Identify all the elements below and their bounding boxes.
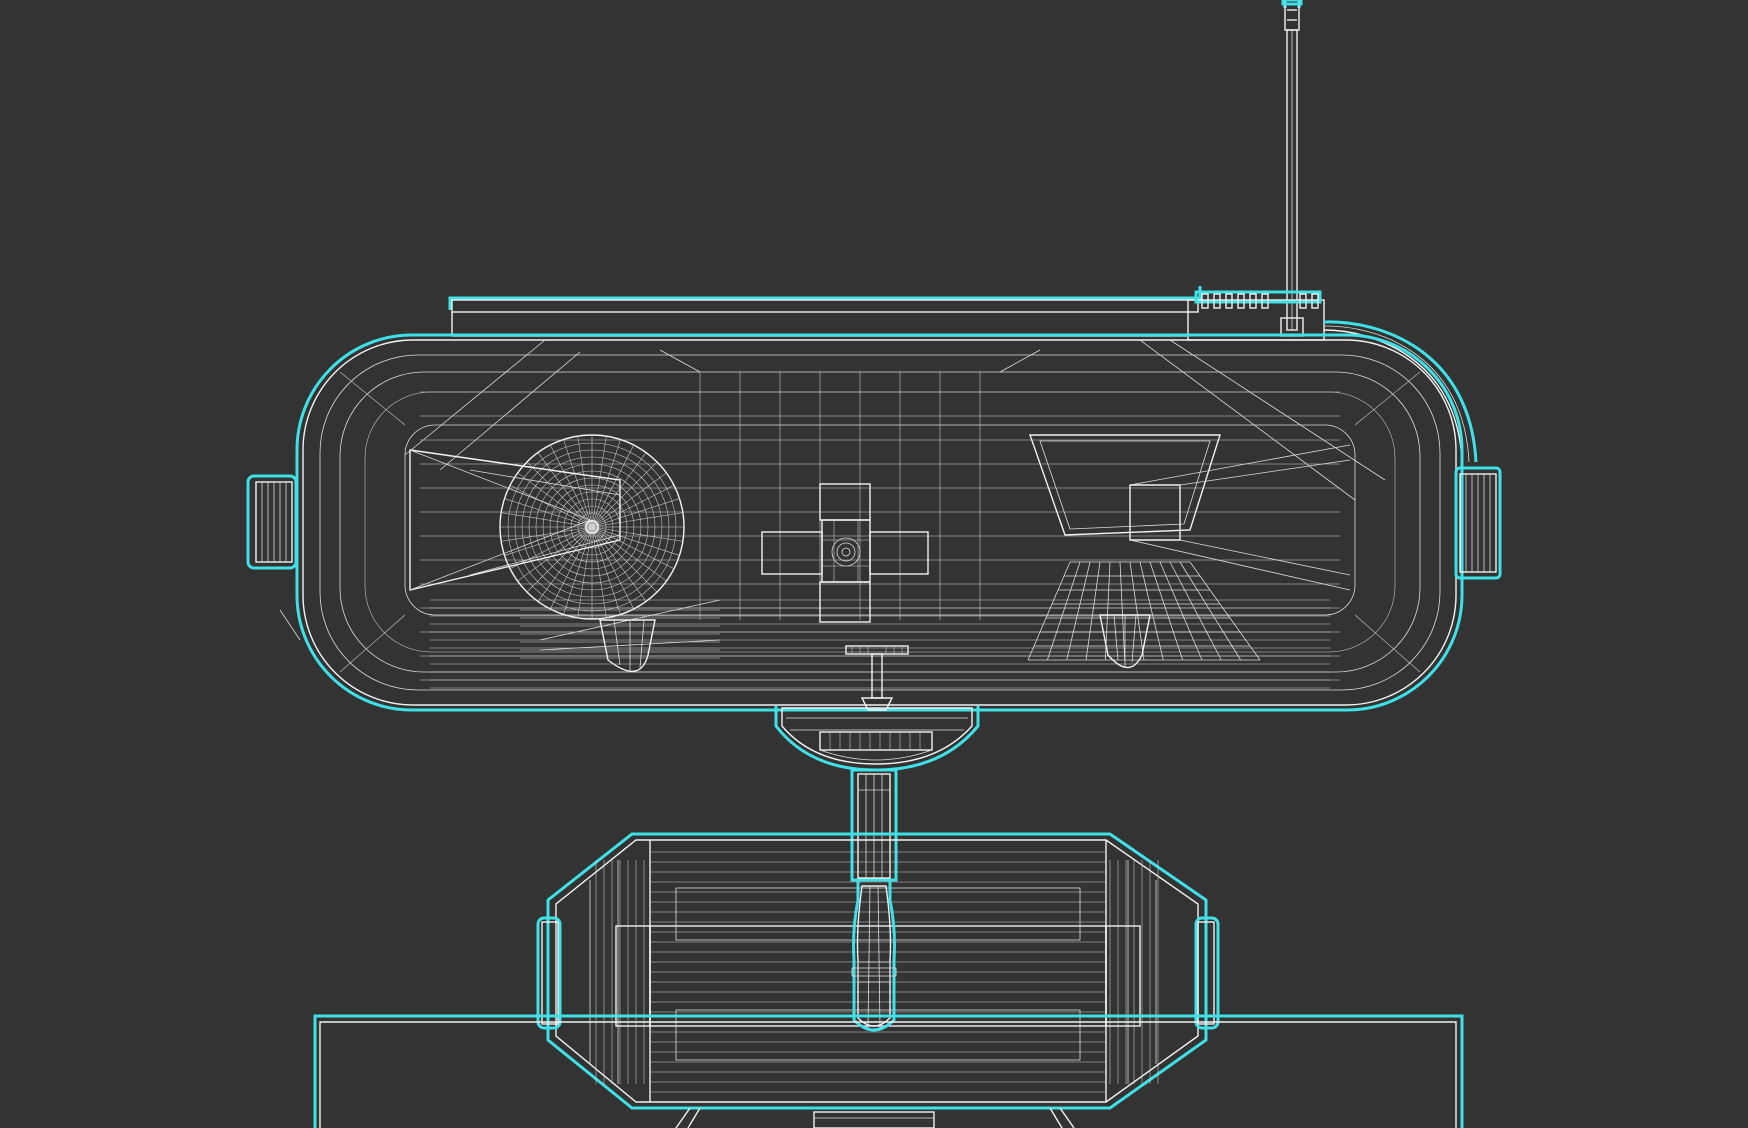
left-tear-drop: [599, 619, 656, 672]
neck-mount[interactable]: [774, 706, 980, 772]
cable[interactable]: [1323, 320, 1478, 463]
side-clip: [279, 609, 301, 641]
head-mesh: [420, 372, 1340, 689]
top-rail[interactable]: [448, 286, 1325, 341]
body[interactable]: [536, 832, 1220, 1110]
3d-wireframe-viewport[interactable]: [0, 0, 1748, 1128]
wireframe-canvas[interactable]: [0, 0, 1748, 1128]
antenna[interactable]: [1280, 0, 1304, 337]
left-eye[interactable]: [409, 434, 721, 672]
body-latch[interactable]: [851, 880, 897, 1032]
right-eye[interactable]: [1027, 434, 1351, 669]
mouth-stem[interactable]: [845, 645, 909, 711]
left-ear-knob[interactable]: [246, 474, 298, 570]
neck[interactable]: [850, 768, 898, 882]
center-face-panel[interactable]: [761, 483, 929, 623]
